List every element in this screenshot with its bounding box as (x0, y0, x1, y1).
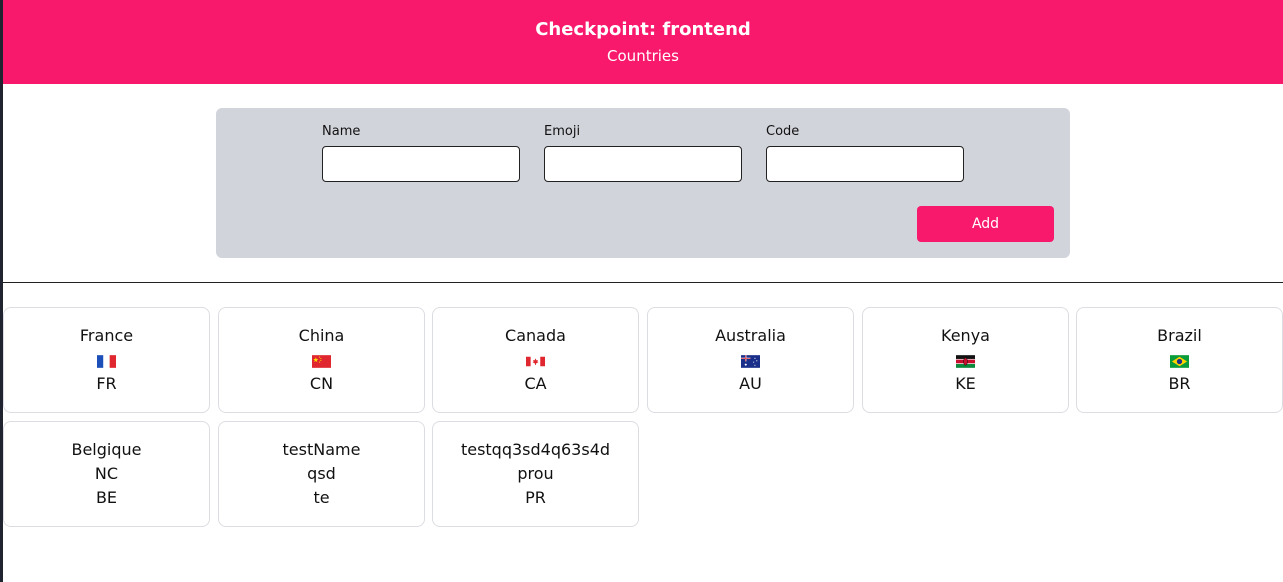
country-card: France FR (3, 307, 210, 413)
code-field-group: Code (766, 124, 964, 182)
name-input[interactable] (322, 146, 520, 182)
country-list: France FR China CN Canada CA Australia A… (3, 307, 1283, 537)
country-name: testqq3sd4q63s4d (460, 440, 611, 459)
flag-ca-icon (526, 356, 545, 367)
country-code: AU (739, 374, 762, 393)
flag-au-icon (741, 355, 760, 368)
country-card: testqq3sd4q63s4d prou PR (432, 421, 639, 527)
country-emoji (648, 350, 853, 370)
add-button[interactable]: Add (917, 206, 1054, 242)
flag-cn-icon (312, 355, 331, 368)
country-card: Brazil BR (1076, 307, 1283, 413)
country-name: France (79, 326, 134, 345)
country-name: Belgique (71, 440, 142, 459)
country-code: CN (309, 374, 334, 393)
country-name: Australia (715, 326, 786, 345)
country-emoji: prou (517, 464, 554, 483)
emoji-label: Emoji (544, 124, 581, 139)
add-country-form: Name Emoji Code Add (216, 108, 1070, 258)
name-field-group: Name (322, 124, 520, 182)
country-card: China CN (218, 307, 425, 413)
country-emoji (219, 350, 424, 370)
flag-fr-icon (97, 355, 116, 368)
page-header: Checkpoint: frontend Countries (3, 0, 1283, 84)
flag-br-icon (1170, 355, 1189, 368)
country-emoji (863, 350, 1068, 370)
country-emoji (4, 350, 209, 370)
country-name: Kenya (941, 326, 990, 345)
country-card: Belgique NC BE (3, 421, 210, 527)
code-label: Code (766, 124, 800, 139)
country-name: Brazil (1157, 326, 1202, 345)
country-name: testName (282, 440, 361, 459)
emoji-field-group: Emoji (544, 124, 742, 182)
country-code: te (313, 488, 330, 507)
country-emoji (433, 350, 638, 370)
country-card: Australia AU (647, 307, 854, 413)
divider (3, 282, 1283, 283)
country-code: FR (96, 374, 117, 393)
code-input[interactable] (766, 146, 964, 182)
emoji-input[interactable] (544, 146, 742, 182)
page-subtitle: Countries (607, 47, 679, 65)
country-card: Kenya KE (862, 307, 1069, 413)
country-code: CA (524, 374, 547, 393)
country-emoji: NC (94, 464, 119, 483)
country-code: BR (1168, 374, 1191, 393)
country-card: testName qsd te (218, 421, 425, 527)
country-code: KE (955, 374, 976, 393)
country-name: Canada (505, 326, 566, 345)
flag-ke-icon (956, 355, 975, 368)
country-card: Canada CA (432, 307, 639, 413)
name-label: Name (322, 124, 361, 139)
page-title: Checkpoint: frontend (535, 19, 751, 40)
country-emoji: qsd (307, 464, 336, 483)
country-code: BE (95, 488, 118, 507)
country-name: China (298, 326, 345, 345)
country-emoji (1077, 350, 1282, 370)
country-code: PR (525, 488, 546, 507)
